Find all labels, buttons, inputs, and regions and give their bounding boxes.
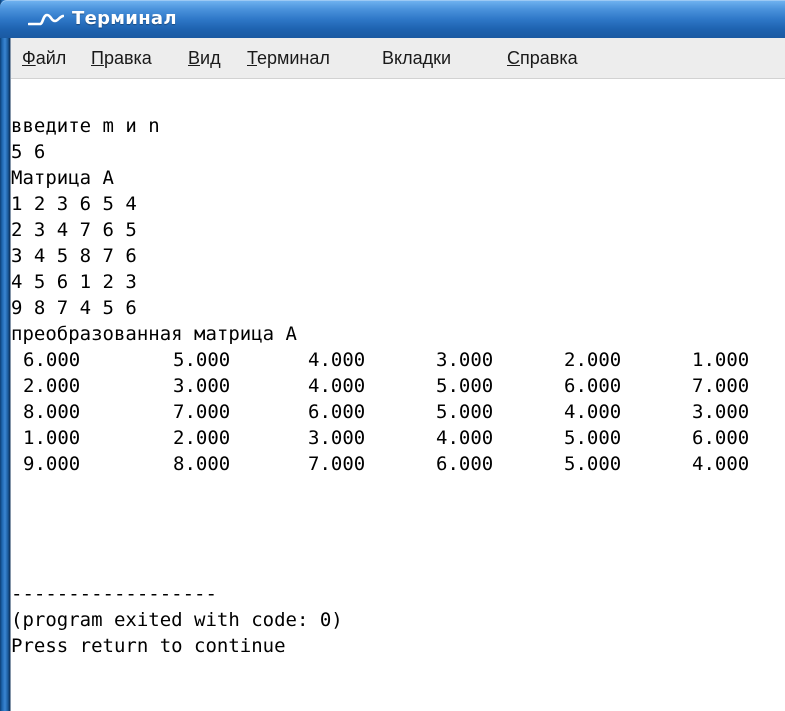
matrix-cell: 6.000 (436, 453, 494, 475)
menu-help-label: правка (520, 48, 578, 68)
matrix-cell: 3.000 (692, 401, 750, 423)
matrix-cell: 2.000 (564, 349, 622, 371)
menu-edit[interactable]: Правка (91, 46, 152, 70)
matrix-cell: 5.000 (173, 349, 231, 371)
menu-edit-accel: П (91, 48, 104, 68)
matrix-row: 3 4 5 8 7 6 (11, 245, 137, 267)
menu-tabs[interactable]: Вкладки (382, 46, 451, 70)
matrix-cell: 5.000 (436, 375, 494, 397)
terminal-window: Терминал Файл Правка Вид Терминал Вкладк… (0, 0, 785, 711)
matrix-row: 4 5 6 1 2 3 (11, 271, 137, 293)
matrix-cell: 7.000 (173, 401, 231, 423)
menu-view[interactable]: Вид (188, 46, 221, 70)
matrix-cell: 2.000 (173, 427, 231, 449)
menu-terminal[interactable]: Терминал (247, 46, 330, 70)
matrix-cell: 6.000 (23, 349, 81, 371)
menu-terminal-accel: Т (247, 48, 257, 68)
menu-view-label: ид (200, 48, 221, 68)
matrix-cell: 5.000 (564, 453, 622, 475)
transformed-label: преобразованная матрица A (11, 323, 297, 345)
matrix-cell: 1.000 (23, 427, 81, 449)
terminal-output[interactable]: введите m и n 5 6 Матрица A 1 2 3 6 5 4 … (11, 79, 785, 711)
menu-help-accel: С (507, 48, 520, 68)
menu-file-label: айл (35, 48, 67, 68)
prompt-line: введите m и n (11, 115, 160, 137)
matrix-cell: 8.000 (23, 401, 81, 423)
menu-tabs-label: Вкладки (382, 48, 452, 68)
menu-file-accel: Ф (22, 48, 36, 68)
matrix-cell: 6.000 (692, 427, 750, 449)
matrix-cell: 6.000 (564, 375, 622, 397)
matrix-cell: 5.000 (436, 401, 494, 423)
menu-file[interactable]: Файл (22, 46, 66, 70)
matrix-cell: 8.000 (173, 453, 231, 475)
matrix-row: 2 3 4 7 6 5 (11, 219, 137, 241)
terminal-wave-icon (28, 13, 64, 26)
matrix-cell: 2.000 (23, 375, 81, 397)
menu-help[interactable]: Справка (507, 46, 578, 70)
menubar: Файл Правка Вид Терминал Вкладки Справка (11, 38, 785, 79)
exit-message: (program exited with code: 0) (11, 609, 343, 631)
matrix-cell: 5.000 (564, 427, 622, 449)
titlebar[interactable]: Терминал (0, 0, 785, 38)
matrix-cell: 4.000 (564, 401, 622, 423)
input-line: 5 6 (11, 141, 46, 163)
matrix-label: Матрица A (11, 167, 114, 189)
matrix-cell: 4.000 (308, 375, 366, 397)
matrix-cell: 7.000 (308, 453, 366, 475)
matrix-cell: 3.000 (308, 427, 366, 449)
matrix-row: 9 8 7 4 5 6 (11, 297, 137, 319)
menu-terminal-label: ерминал (256, 48, 330, 68)
separator-line: ------------------ (11, 583, 217, 605)
matrix-cell: 7.000 (692, 375, 750, 397)
matrix-cell: 3.000 (436, 349, 494, 371)
menu-view-accel: В (188, 48, 201, 68)
matrix-row: 1 2 3 6 5 4 (11, 193, 137, 215)
matrix-cell: 4.000 (308, 349, 366, 371)
matrix-cell: 4.000 (692, 453, 750, 475)
window-frame-left[interactable] (0, 0, 11, 711)
window-title: Терминал (72, 8, 177, 29)
continue-message: Press return to continue (11, 635, 286, 657)
matrix-cell: 6.000 (308, 401, 366, 423)
matrix-cell: 1.000 (692, 349, 750, 371)
matrix-cell: 9.000 (23, 453, 81, 475)
matrix-cell: 3.000 (173, 375, 231, 397)
matrix-cell: 4.000 (436, 427, 494, 449)
menu-edit-label: равка (103, 48, 152, 68)
